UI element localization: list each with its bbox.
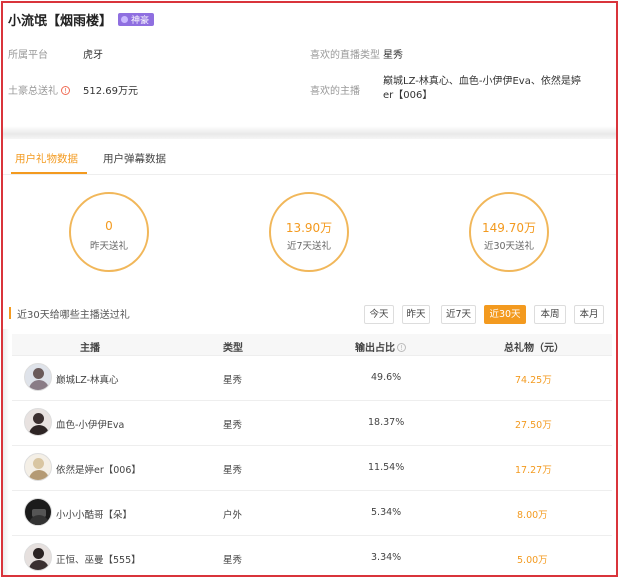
total-gift: 74.25万 — [515, 375, 552, 386]
table-side-shadow — [3, 329, 9, 575]
col-streamer[interactable]: 主播 — [80, 339, 100, 354]
output-share: 18.37% — [368, 417, 405, 428]
table-header: 主播 类型 输出占比! 总礼物（元） — [12, 334, 612, 356]
col-share-wrap[interactable]: 输出占比! — [355, 339, 406, 354]
streamer-type: 星秀 — [223, 555, 243, 566]
total-gift: 27.50万 — [515, 420, 552, 431]
rank-badge-label: 神豪 — [131, 15, 150, 26]
avatar[interactable] — [24, 543, 52, 571]
user-title-row: 小流氓【烟雨楼】 神豪 — [8, 10, 155, 29]
total-gift-label-wrap: 土豪总送礼! — [8, 82, 70, 97]
filter-this-week-button[interactable]: 本周 — [534, 305, 566, 324]
avatar-body — [29, 470, 49, 480]
tab-gift-data[interactable]: 用户礼物数据 — [11, 151, 87, 174]
stat-value: 149.70万 — [482, 221, 536, 235]
data-tabs: 用户礼物数据 用户弹幕数据 — [3, 143, 616, 175]
streamer-name[interactable]: 依然是婷er【006】 — [56, 462, 141, 476]
avatar-body — [29, 515, 49, 525]
filter-30days-button[interactable]: 近30天 — [484, 305, 526, 324]
filter-7days-button[interactable]: 近7天 — [441, 305, 476, 324]
table-row[interactable]: 正恒、巫曼【555】 星秀 3.34% 5.00万 — [12, 536, 612, 575]
avatar[interactable] — [24, 453, 52, 481]
fav-streamers-value: 巅城LZ-林真心、血色-小伊伊Eva、依然是婷er【006】 — [383, 76, 581, 101]
stat-7days: 13.90万 近7天送礼 — [269, 192, 349, 272]
col-share: 输出占比 — [355, 343, 395, 354]
stat-value: 13.90万 — [285, 221, 333, 235]
user-name: 小流氓【烟雨楼】 — [8, 13, 113, 29]
stat-yesterday: 0 昨天送礼 — [69, 192, 149, 272]
table-row[interactable]: 依然是婷er【006】 星秀 11.54% 17.27万 — [12, 446, 612, 491]
streamer-type: 星秀 — [223, 420, 243, 431]
avatar-body — [29, 380, 49, 390]
output-share: 5.34% — [371, 507, 402, 518]
total-gift: 5.00万 — [517, 555, 548, 566]
avatar-head — [33, 368, 44, 379]
total-gift: 8.00万 — [517, 510, 548, 521]
stat-label: 近30天送礼 — [483, 241, 535, 252]
streamer-name[interactable]: 巅城LZ-林真心 — [56, 372, 119, 386]
filter-today-button[interactable]: 今天 — [364, 305, 394, 324]
streamer-name[interactable]: 正恒、巫曼【555】 — [56, 552, 141, 566]
section-divider — [3, 126, 616, 139]
section-heading: 近30天给哪些主播送过礼 — [9, 306, 130, 321]
total-gift-value: 512.69万元 — [83, 86, 138, 97]
stat-label: 昨天送礼 — [89, 241, 128, 252]
stat-label: 近7天送礼 — [286, 241, 332, 252]
col-total[interactable]: 总礼物（元） — [504, 339, 564, 354]
rank-badge: 神豪 — [118, 12, 155, 26]
avatar-head — [33, 458, 44, 469]
output-share: 3.34% — [371, 552, 402, 563]
total-gift: 17.27万 — [515, 465, 552, 476]
help-icon[interactable]: ! — [397, 343, 406, 352]
fav-type-value: 星秀 — [383, 50, 403, 61]
heading-accent-bar — [9, 307, 11, 319]
streamer-type: 户外 — [223, 510, 243, 521]
streamer-name[interactable]: 血色-小伊伊Eva — [56, 417, 124, 431]
output-share: 49.6% — [371, 372, 402, 383]
stat-30days: 149.70万 近30天送礼 — [469, 192, 549, 272]
badge-gem-icon — [121, 15, 129, 23]
info-warning-icon[interactable]: ! — [61, 86, 70, 95]
tab-danmaku-data[interactable]: 用户弹幕数据 — [103, 151, 166, 174]
avatar-body — [29, 425, 49, 435]
col-type[interactable]: 类型 — [223, 339, 243, 354]
streamer-type: 星秀 — [223, 375, 243, 386]
table-row[interactable]: 血色-小伊伊Eva 星秀 18.37% 27.50万 — [12, 401, 612, 446]
avatar-head — [33, 413, 44, 424]
total-gift-label: 土豪总送礼 — [8, 86, 58, 97]
output-share: 11.54% — [368, 462, 405, 473]
stat-value: 0 — [105, 219, 113, 233]
table-row[interactable]: 巅城LZ-林真心 星秀 49.6% 74.25万 — [12, 356, 612, 401]
filter-this-month-button[interactable]: 本月 — [574, 305, 604, 324]
filter-yesterday-button[interactable]: 昨天 — [402, 305, 430, 324]
section-title: 近30天给哪些主播送过礼 — [17, 309, 130, 321]
fav-type-label: 喜欢的直播类型 — [310, 50, 380, 61]
platform-value: 虎牙 — [83, 50, 103, 61]
fav-streamers-label: 喜欢的主播 — [310, 86, 360, 97]
streamer-name[interactable]: 小小小酷哥【朵】 — [56, 507, 132, 521]
avatar[interactable] — [24, 498, 52, 526]
page-frame: 小流氓【烟雨楼】 神豪 所属平台 虎牙 喜欢的直播类型 星秀 土豪总送礼! 51… — [1, 1, 618, 577]
avatar[interactable] — [24, 408, 52, 436]
streamer-type: 星秀 — [223, 465, 243, 476]
avatar-body — [29, 560, 49, 570]
avatar[interactable] — [24, 363, 52, 391]
table-row[interactable]: 小小小酷哥【朵】 户外 5.34% 8.00万 — [12, 491, 612, 536]
avatar-head — [33, 548, 44, 559]
platform-label: 所属平台 — [8, 50, 48, 61]
